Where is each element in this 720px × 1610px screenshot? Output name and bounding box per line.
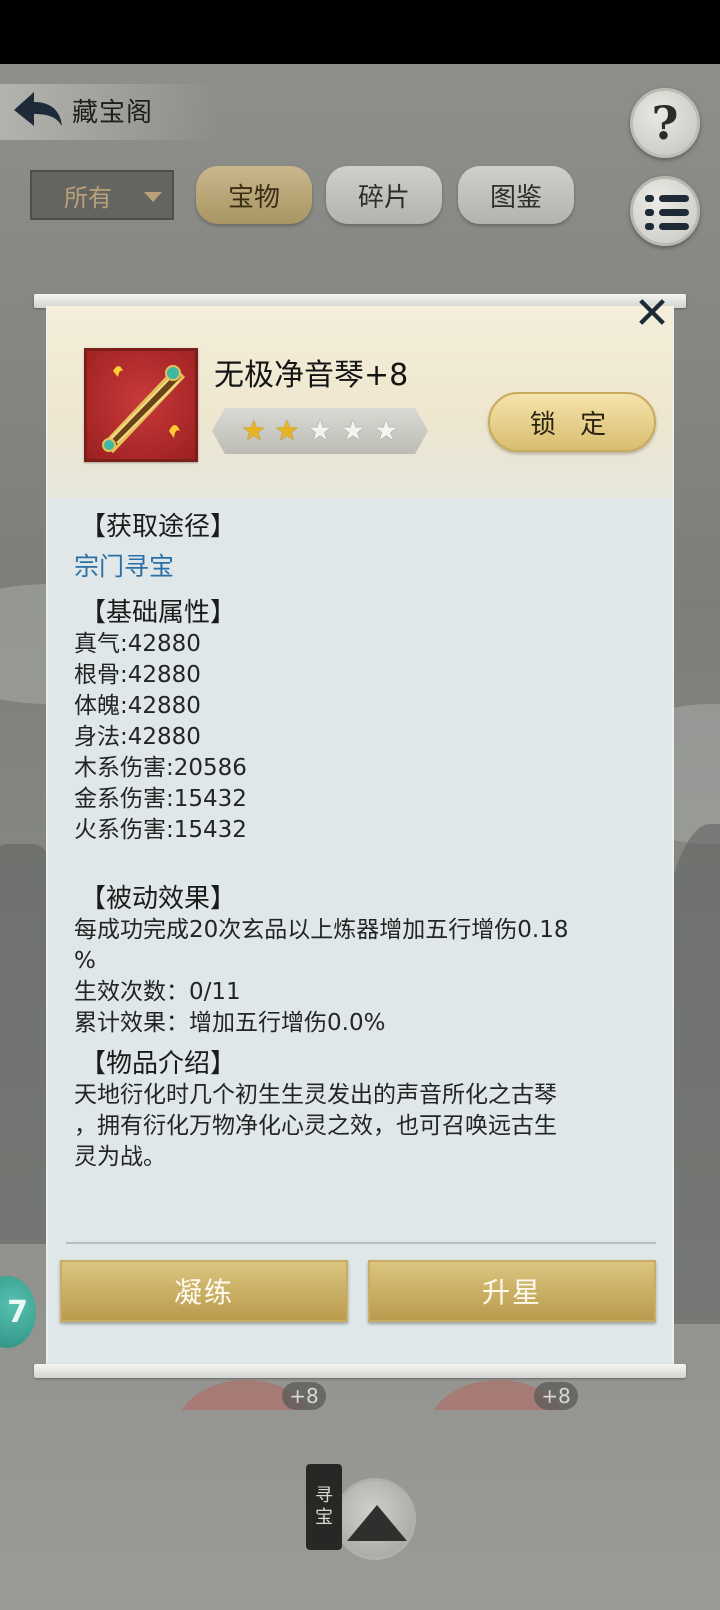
passive-line: 累计效果：增加五行增伤0.0% <box>74 1010 386 1036</box>
stat-line: 金系伤害:15432 <box>74 786 247 812</box>
filter-selected-value: 所有 <box>64 183 112 212</box>
star-up-button[interactable]: 升星 <box>368 1260 656 1322</box>
section-divider <box>66 1242 656 1244</box>
item-detail-dialog: 无极净音琴+8 ★ ★ ★ ★ ★ 锁 定 【获取途径】 宗门寻宝 【基础属性】… <box>46 306 674 1366</box>
passive-line: 生效次数：0/11 <box>74 979 241 1005</box>
lock-button[interactable]: 锁 定 <box>488 392 656 452</box>
base-stats-title: 【基础属性】 <box>80 598 237 628</box>
tab-treasure[interactable]: 宝物 <box>196 166 312 224</box>
enhance-level-badge: +8 <box>282 1382 326 1410</box>
stat-line: 身法:42880 <box>74 724 201 750</box>
item-details: 【获取途径】 宗门寻宝 【基础属性】 真气:42880 根骨:42880 体魄:… <box>74 512 654 1173</box>
treasure-hunt-button[interactable] <box>334 1478 416 1560</box>
status-bar <box>0 0 720 64</box>
stat-line: 火系伤害:15432 <box>74 817 247 843</box>
passive-line: 每成功完成20次玄品以上炼器增加五行增伤0.18 <box>74 917 569 943</box>
close-icon[interactable]: ✕ <box>632 292 672 336</box>
tab-fragments[interactable]: 碎片 <box>326 166 442 224</box>
stat-line: 体魄:42880 <box>74 693 201 719</box>
treasure-hunt-label: 寻 宝 <box>306 1464 342 1550</box>
question-mark-icon: ? <box>651 96 679 150</box>
star-filled-icon: ★ <box>274 414 300 447</box>
intro-line: ，拥有衍化万物净化心灵之效，也可召唤远古生 <box>74 1113 557 1139</box>
tab-collection[interactable]: 图鉴 <box>458 166 574 224</box>
intro-section-title: 【物品介绍】 <box>80 1049 237 1079</box>
passive-line: % <box>74 948 96 974</box>
menu-button[interactable] <box>630 176 700 246</box>
star-rating: ★ ★ ★ ★ ★ <box>212 408 428 454</box>
mountain-icon <box>347 1505 407 1541</box>
intro-line: 灵为战。 <box>74 1144 166 1170</box>
stat-line: 根骨:42880 <box>74 662 201 688</box>
source-link[interactable]: 宗门寻宝 <box>74 551 654 582</box>
guqin-icon <box>102 365 186 454</box>
help-button[interactable]: ? <box>630 88 700 158</box>
source-section-title: 【获取途径】 <box>80 512 237 542</box>
star-empty-icon: ★ <box>340 414 366 447</box>
enhance-level-badge: +8 <box>534 1382 578 1410</box>
intro-line: 天地衍化时几个初生生灵发出的声音所化之古琴 <box>74 1082 557 1108</box>
item-icon <box>84 348 198 462</box>
stat-line: 真气:42880 <box>74 631 201 657</box>
page-title: 藏宝阁 <box>72 98 154 128</box>
scroll-bottom-rail <box>34 1364 686 1378</box>
star-empty-icon: ★ <box>307 414 333 447</box>
stat-line: 木系伤害:20586 <box>74 755 247 781</box>
passive-section-title: 【被动效果】 <box>80 884 237 914</box>
back-arrow-icon[interactable] <box>10 88 64 132</box>
category-filter-select[interactable]: 所有 <box>30 170 174 220</box>
star-empty-icon: ★ <box>373 414 399 447</box>
chevron-down-icon <box>144 192 162 202</box>
item-name: 无极净音琴+8 <box>214 358 409 393</box>
star-filled-icon: ★ <box>241 414 267 447</box>
refine-button[interactable]: 凝练 <box>60 1260 348 1322</box>
